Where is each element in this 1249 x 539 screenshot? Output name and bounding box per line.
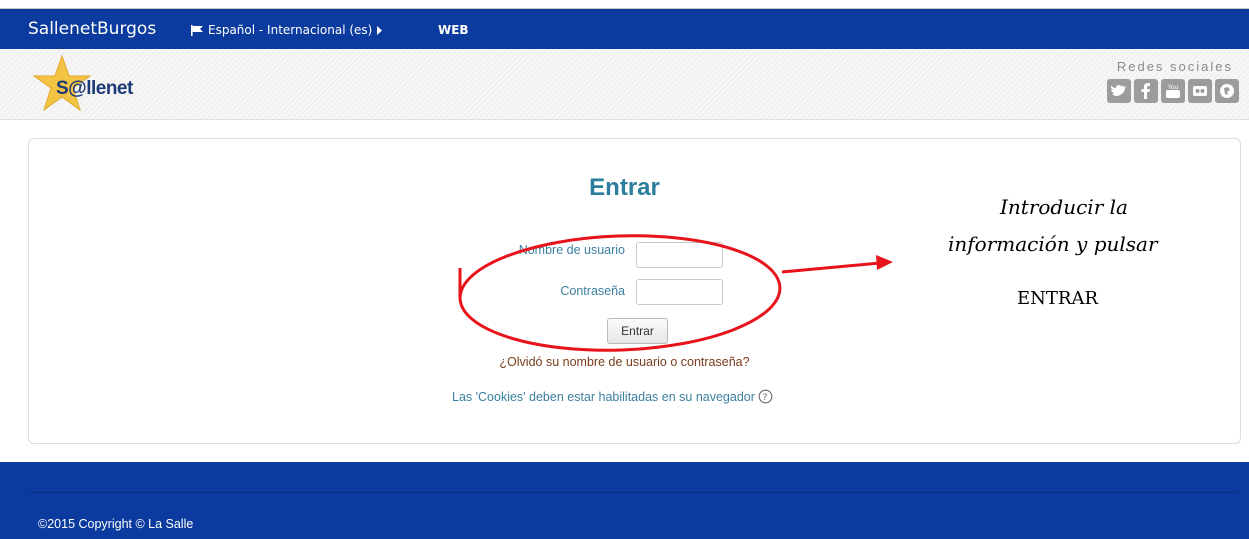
help-icon[interactable]: ? <box>758 389 773 404</box>
page-header: S@llenet Redes sociales You <box>0 49 1249 120</box>
logo-text: S@llenet <box>56 78 133 99</box>
annotation-line-3: ENTRAR <box>1017 288 1098 309</box>
flickr-icon[interactable] <box>1188 79 1212 103</box>
cookies-notice-text: Las 'Cookies' deben estar habilitadas en… <box>452 389 755 404</box>
top-navbar: SallenetBurgos Español - Internacional (… <box>0 8 1249 49</box>
flag-icon <box>191 24 203 36</box>
sallenet-logo[interactable]: S@llenet <box>32 54 172 114</box>
twitter-icon[interactable] <box>1107 79 1131 103</box>
language-label: Español - Internacional (es) <box>208 23 373 37</box>
footer-divider <box>28 492 1239 493</box>
facebook-icon[interactable] <box>1134 79 1158 103</box>
caret-right-icon <box>377 25 383 35</box>
cookies-notice: Las 'Cookies' deben estar habilitadas en… <box>452 389 773 404</box>
site-brand[interactable]: SallenetBurgos <box>28 19 156 39</box>
social-networks-title: Redes sociales <box>1116 59 1233 74</box>
username-label: Nombre de usuario <box>518 243 625 257</box>
annotation-line-1: Introducir la <box>1000 195 1128 219</box>
web-icon[interactable] <box>1215 79 1239 103</box>
copyright-text: ©2015 Copyright © La Salle <box>38 517 194 531</box>
svg-text:You: You <box>1167 84 1179 91</box>
svg-text:?: ? <box>763 393 768 403</box>
social-icons: You <box>1107 79 1239 103</box>
username-field[interactable] <box>636 242 723 268</box>
language-menu[interactable]: Español - Internacional (es) <box>190 23 383 37</box>
web-link[interactable]: WEB <box>438 23 469 37</box>
annotation-line-2: información y pulsar <box>948 232 1158 256</box>
login-button[interactable]: Entrar <box>607 318 668 344</box>
page-footer: ©2015 Copyright © La Salle <box>0 462 1249 539</box>
youtube-icon[interactable]: You <box>1161 79 1185 103</box>
forgot-password-link[interactable]: ¿Olvidó su nombre de usuario o contraseñ… <box>0 355 1249 369</box>
password-field[interactable] <box>636 279 723 305</box>
password-label: Contraseña <box>560 284 625 298</box>
